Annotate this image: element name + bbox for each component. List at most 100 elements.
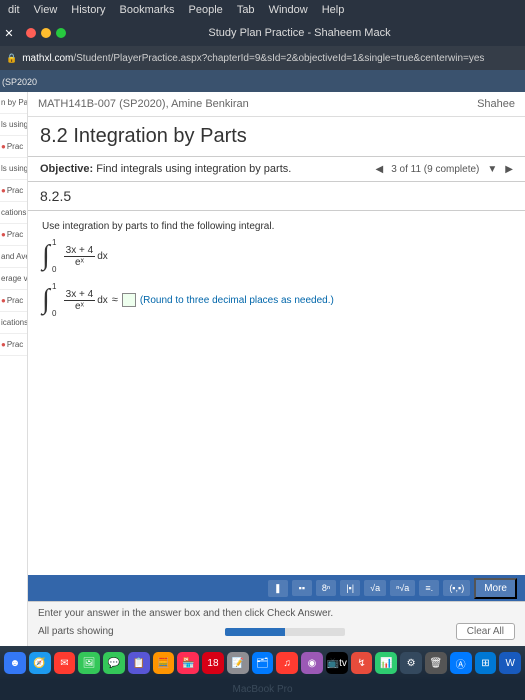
dock-app-icon[interactable]: 🗑: [425, 652, 447, 674]
integral-display: ∫ 1 0 3x + 4 eˣ dx: [42, 240, 511, 272]
menu-item[interactable]: People: [189, 4, 223, 16]
tool-button[interactable]: 8ⁿ: [316, 580, 336, 596]
dock-app-icon[interactable]: ♫: [276, 652, 298, 674]
sidebar-item[interactable]: ications in: [0, 312, 27, 334]
dock-app-icon[interactable]: ↯: [351, 652, 373, 674]
fraction: 3x + 4 eˣ: [64, 245, 96, 268]
integral-symbol: ∫ 1 0: [42, 284, 50, 316]
dock-app-icon[interactable]: ☻: [4, 652, 26, 674]
menu-item[interactable]: dit: [8, 4, 20, 16]
dock: ☻🧭✉🖼💬📋🧮🏪18📝🗂♫◉📺tv↯📊⚙🗑Ⓐ⊞W: [0, 646, 525, 680]
sidebar-item[interactable]: and Aver: [0, 246, 27, 268]
sidebar-item[interactable]: ●Prac: [0, 334, 27, 356]
url-bar[interactable]: 🔒 mathxl.com/Student/PlayerPractice.aspx…: [0, 46, 525, 70]
dock-app-icon[interactable]: ◉: [301, 652, 323, 674]
dropdown-icon[interactable]: ▼: [487, 164, 497, 175]
tab-title: Study Plan Practice - Shaheem Mack: [74, 27, 525, 39]
lower-limit: 0: [52, 265, 56, 274]
page-content: (SP2020 n by Pa ls using ●Prac ls using …: [28, 92, 525, 646]
menu-item[interactable]: View: [34, 4, 58, 16]
tool-button[interactable]: ❚: [268, 580, 288, 597]
dock-app-icon[interactable]: 📺tv: [326, 652, 348, 674]
menu-item[interactable]: History: [71, 4, 105, 16]
dock-app-icon[interactable]: 🏪: [177, 652, 199, 674]
dock-app-icon[interactable]: 📝: [227, 652, 249, 674]
tool-button[interactable]: ▪▪: [292, 580, 312, 596]
prev-button[interactable]: ◀: [375, 164, 383, 175]
approx-symbol: ≈: [112, 294, 118, 306]
dock-app-icon[interactable]: 18: [202, 652, 224, 674]
objective-row: Objective: Find integrals using integrat…: [28, 157, 525, 182]
answer-input[interactable]: [122, 293, 136, 307]
integral-symbol: ∫ 1 0: [42, 240, 50, 272]
progress-bar: [225, 628, 345, 636]
dock-app-icon[interactable]: 📊: [375, 652, 397, 674]
term-label: (SP2020: [0, 74, 39, 90]
sidebar-item[interactable]: cations in: [0, 202, 27, 224]
rounding-hint: (Round to three decimal places as needed…: [140, 295, 334, 306]
tool-button[interactable]: ⁿ√a: [390, 580, 415, 596]
dx-label: dx: [97, 295, 108, 306]
user-name: Shahee: [477, 98, 515, 110]
dock-app-icon[interactable]: ⊞: [475, 652, 497, 674]
tool-button[interactable]: (▪,▪): [443, 580, 470, 596]
maximize-window-button[interactable]: [56, 28, 66, 38]
progress-text[interactable]: 3 of 11 (9 complete): [391, 164, 479, 175]
sidebar-item[interactable]: ●Prac: [0, 136, 27, 158]
more-button[interactable]: More: [474, 578, 517, 599]
browser-tab-row: ✕ Study Plan Practice - Shaheem Mack: [0, 20, 525, 46]
bullet-icon: ●: [1, 340, 6, 349]
bookmark-bar: openve: [0, 70, 525, 92]
menu-item[interactable]: Tab: [237, 4, 255, 16]
menu-item[interactable]: Bookmarks: [120, 4, 175, 16]
menu-item[interactable]: Help: [322, 4, 345, 16]
lock-icon: 🔒: [6, 53, 17, 64]
tool-button[interactable]: |▪|: [340, 580, 360, 596]
dock-app-icon[interactable]: ✉: [54, 652, 76, 674]
next-button[interactable]: ▶: [505, 164, 513, 175]
bullet-icon: ●: [1, 296, 6, 305]
main-panel: MATH141B-007 (SP2020), Amine Benkiran Sh…: [28, 92, 525, 646]
dock-app-icon[interactable]: 🧮: [153, 652, 175, 674]
left-sidebar: n by Pa ls using ●Prac ls using ●Prac ca…: [0, 92, 28, 646]
objective-text: Find integrals using integration by part…: [96, 163, 291, 175]
sidebar-item[interactable]: ●Prac: [0, 224, 27, 246]
minimize-window-button[interactable]: [41, 28, 51, 38]
instruction-text: Use integration by parts to find the fol…: [42, 221, 511, 232]
bullet-icon: ●: [1, 142, 6, 151]
sidebar-item[interactable]: ●Prac: [0, 180, 27, 202]
progress-fill: [225, 628, 285, 636]
dock-app-icon[interactable]: 🖼: [78, 652, 100, 674]
close-window-button[interactable]: [26, 28, 36, 38]
menu-item[interactable]: Window: [269, 4, 308, 16]
footer-instruction: Enter your answer in the answer box and …: [38, 608, 515, 619]
dock-app-icon[interactable]: 📋: [128, 652, 150, 674]
dock-app-icon[interactable]: 🗂: [252, 652, 274, 674]
objective-label: Objective:: [40, 163, 93, 175]
sidebar-item[interactable]: erage val: [0, 268, 27, 290]
parts-showing-label: All parts showing: [38, 626, 114, 637]
sidebar-item[interactable]: ls using: [0, 158, 27, 180]
close-icon[interactable]: ✕: [0, 27, 18, 40]
sidebar-item[interactable]: n by Pa: [0, 92, 27, 114]
dock-app-icon[interactable]: 💬: [103, 652, 125, 674]
sidebar-item[interactable]: ls using: [0, 114, 27, 136]
math-toolbar: ❚ ▪▪ 8ⁿ |▪| √a ⁿ√a ≡. (▪,▪) More: [28, 575, 525, 601]
numerator: 3x + 4: [64, 245, 96, 257]
dock-app-icon[interactable]: ⚙: [400, 652, 422, 674]
dock-app-icon[interactable]: Ⓐ: [450, 652, 472, 674]
dock-app-icon[interactable]: 🧭: [29, 652, 51, 674]
clear-all-button[interactable]: Clear All: [456, 623, 515, 640]
upper-limit: 1: [52, 238, 56, 247]
tool-button[interactable]: ≡.: [419, 580, 439, 596]
upper-limit: 1: [52, 282, 56, 291]
dock-app-icon[interactable]: W: [499, 652, 521, 674]
denominator: eˣ: [73, 257, 86, 268]
tool-button[interactable]: √a: [364, 580, 386, 596]
fraction: 3x + 4 eˣ: [64, 289, 96, 312]
window-controls: [18, 28, 74, 38]
numerator: 3x + 4: [64, 289, 96, 301]
sidebar-item[interactable]: ●Prac: [0, 290, 27, 312]
bullet-icon: ●: [1, 230, 6, 239]
question-number: 8.2.5: [28, 182, 525, 211]
